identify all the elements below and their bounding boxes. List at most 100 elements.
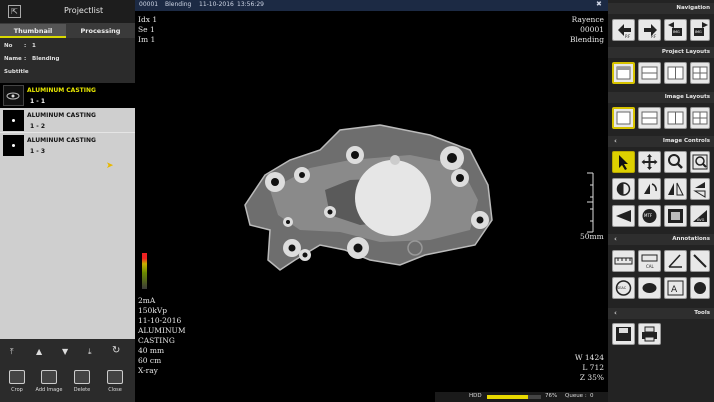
delete-icon [74, 370, 90, 384]
header-time: 13:56:29 [237, 1, 264, 8]
thumbnail-series: 1 - 3 [30, 148, 46, 155]
filter-icon [668, 209, 683, 223]
collapse-panel-icon[interactable]: ⇱ [8, 5, 21, 18]
zoom-tool-button[interactable] [664, 151, 687, 173]
no-label: No [4, 43, 13, 49]
add-image-button[interactable]: Add Image [35, 370, 63, 400]
arrow-annotation-icon [694, 282, 706, 294]
chevron-left-icon[interactable]: ‹ [614, 234, 617, 245]
pan-tool-button[interactable] [638, 151, 661, 173]
hdd-progress-track [487, 395, 541, 399]
image-layout-2x1[interactable] [638, 107, 661, 129]
section-project-layouts: Project Layouts [608, 47, 714, 58]
no-value: 1 [32, 43, 36, 49]
next-project-button[interactable]: P.F [638, 19, 661, 41]
close-button[interactable]: Close [101, 370, 129, 400]
next-image-button[interactable]: IMG [690, 19, 710, 41]
name-value: Blending [32, 56, 60, 62]
project-layout-1x1[interactable] [612, 62, 635, 84]
chevron-left-icon[interactable]: ‹ [614, 136, 617, 147]
calibrate-button[interactable]: CAL [638, 250, 661, 272]
tab-processing[interactable]: Processing [66, 24, 135, 38]
hdd-label: HDD [469, 393, 482, 399]
section-navigation: Navigation [608, 3, 714, 14]
average-button[interactable]: AVG [690, 205, 710, 227]
mtf-button[interactable]: MTF [638, 205, 661, 227]
pointer-icon [619, 155, 628, 170]
ruler-annotation-button[interactable] [612, 250, 635, 272]
sharpen-button[interactable] [612, 205, 635, 227]
prev-project-button[interactable]: P.F [612, 19, 635, 41]
magnify-region-button[interactable] [690, 151, 710, 173]
flip-vertical-icon [693, 182, 706, 198]
close-viewer-icon[interactable]: ✖ [596, 0, 602, 8]
layout-rows-icon [641, 66, 658, 80]
flip-vertical-button[interactable] [690, 178, 710, 200]
first-icon[interactable]: ⤒ [10, 347, 14, 357]
rotate-button[interactable] [638, 178, 661, 200]
move-icon [641, 154, 658, 170]
thumbnail-item[interactable]: ALUMINUM CASTING 1 - 3 [0, 133, 135, 158]
thumbnail-item[interactable]: ALUMINUM CASTING 1 - 1 [0, 83, 135, 108]
down-icon[interactable]: ▼ [62, 347, 68, 356]
average-icon [693, 210, 707, 222]
invert-button[interactable] [612, 178, 635, 200]
refresh-icon[interactable]: ↻ [112, 345, 120, 356]
section-image-layouts: Image Layouts [608, 92, 714, 103]
queue-value: 0 [590, 393, 594, 399]
text-annotation-button[interactable]: A [664, 277, 687, 299]
layout-columns-icon [667, 111, 684, 125]
roi-icon [642, 283, 657, 293]
arrow-annotation-button[interactable] [690, 277, 710, 299]
section-image-controls: ‹ Image Controls [608, 136, 714, 147]
image-layout-1x1[interactable] [612, 107, 635, 129]
last-icon[interactable]: ⤓ [88, 347, 92, 357]
filter-button[interactable] [664, 205, 687, 227]
project-layout-1x2[interactable] [664, 62, 687, 84]
svg-text:A: A [671, 285, 678, 295]
project-layout-2x2[interactable] [690, 62, 710, 84]
thumbnail-item[interactable]: ALUMINUM CASTING 1 - 2 [0, 108, 135, 133]
xray-casting-image[interactable] [230, 120, 500, 280]
flip-horizontal-icon [668, 182, 684, 196]
section-annotations: ‹ Annotations [608, 234, 714, 245]
up-icon[interactable]: ▲ [36, 347, 42, 356]
image-layout-2x2[interactable] [690, 107, 710, 129]
line-annotation-button[interactable] [690, 250, 710, 272]
text-annotation-icon: A [667, 280, 684, 296]
overlay-bottom-right: W 1424 L 712 Z 35% [574, 353, 604, 382]
tab-thumbnail[interactable]: Thumbnail [0, 24, 66, 38]
layout-single-icon [616, 66, 631, 80]
angle-annotation-button[interactable] [664, 250, 687, 272]
thumbnail-name: ALUMINUM CASTING [27, 87, 96, 94]
hdd-progress-fill [487, 395, 529, 399]
thumbnail-name: ALUMINUM CASTING [27, 112, 96, 119]
flip-horizontal-button[interactable] [664, 178, 687, 200]
status-bar: HDD 76% Queue : 0 [435, 392, 608, 402]
close-icon [107, 370, 123, 384]
prev-image-button[interactable]: IMG [664, 19, 687, 41]
save-button[interactable] [612, 323, 635, 345]
chevron-left-icon[interactable]: ‹ [614, 308, 617, 319]
layout-single-icon [616, 111, 631, 125]
roi-annotation-button[interactable] [638, 277, 661, 299]
thumbnail-image [3, 135, 24, 156]
layout-columns-icon [667, 66, 684, 80]
print-button[interactable] [638, 323, 661, 345]
thumbnail-image [3, 110, 24, 131]
project-layout-2x1[interactable] [638, 62, 661, 84]
section-tools: ‹ Tools [608, 308, 714, 319]
line-icon [693, 254, 707, 268]
hdd-percent: 76% [545, 393, 558, 399]
print-icon [642, 326, 657, 342]
thumbnail-series: 1 - 2 [30, 123, 46, 130]
delete-button[interactable]: Delete [68, 370, 96, 400]
layout-grid-icon [692, 66, 708, 80]
crop-button[interactable]: Crop [3, 370, 31, 400]
ruler-icon [614, 257, 633, 265]
ellipse-annotation-button[interactable]: SEAC [612, 277, 635, 299]
layout-grid-icon [692, 111, 708, 125]
image-layout-1x2[interactable] [664, 107, 687, 129]
viewer-header: 00001 Blending 11-10-2016 13:56:29 ✖ [135, 0, 608, 11]
select-tool-button[interactable] [612, 151, 635, 173]
